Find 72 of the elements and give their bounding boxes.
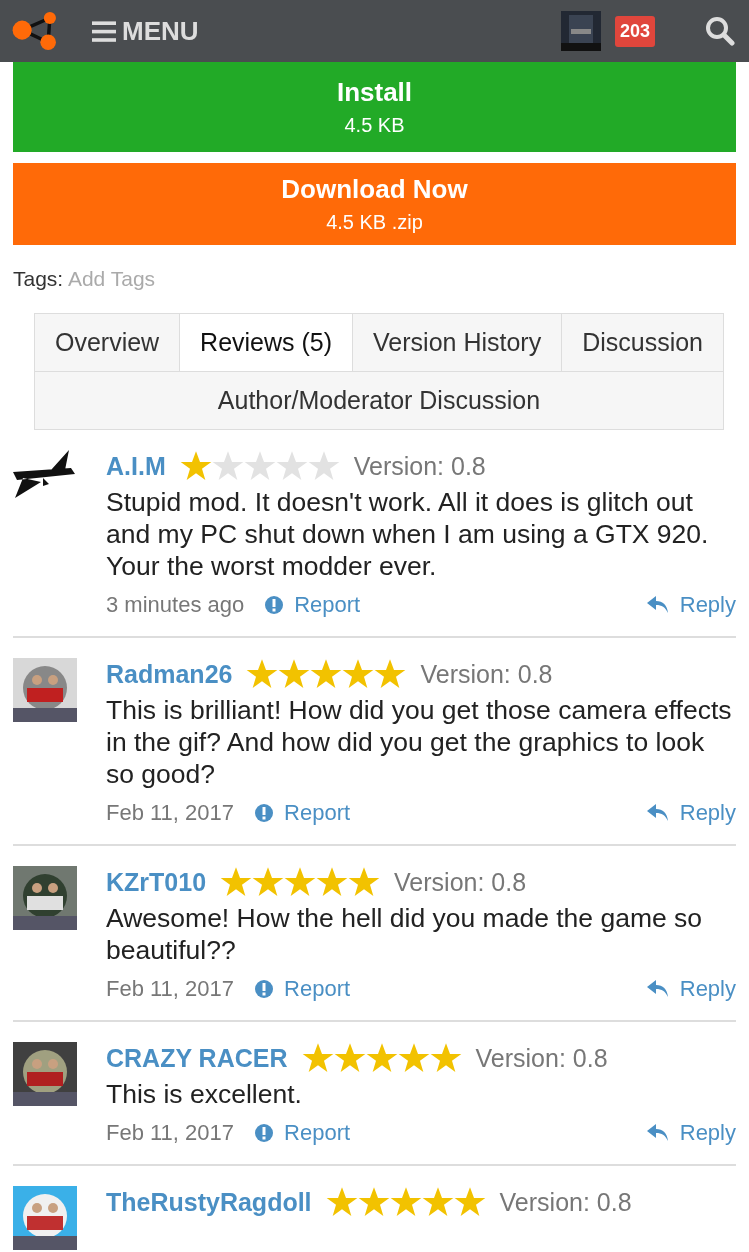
reply-arrow-icon — [645, 1123, 670, 1143]
reply-arrow-icon — [645, 595, 670, 615]
tab[interactable]: Overview — [35, 314, 181, 372]
star-icon — [278, 658, 311, 690]
version-label: Version: 0.8 — [420, 659, 553, 689]
star-icon — [211, 450, 244, 482]
star-icon — [307, 450, 340, 482]
timestamp: Feb 11, 2017 — [106, 1120, 235, 1146]
alert-icon — [254, 979, 275, 999]
reply-link[interactable]: Reply — [645, 976, 736, 1002]
review-text: Awesome! How the hell did you made the game so beautiful?? — [106, 902, 704, 966]
search-icon[interactable] — [705, 16, 735, 46]
tab[interactable]: Author/Moderator Discussion — [35, 372, 724, 430]
alert-icon — [254, 803, 275, 823]
alert-icon — [264, 595, 285, 615]
tab[interactable]: Version History — [353, 314, 563, 372]
star-icon — [342, 658, 375, 690]
install-button[interactable]: Install 4.5 KB — [13, 62, 736, 152]
reply-arrow-icon — [645, 979, 670, 999]
timestamp: Feb 11, 2017 — [106, 976, 235, 1002]
add-tags-link[interactable]: Add Tags — [67, 267, 156, 290]
report-link[interactable]: Report — [254, 800, 351, 826]
star-icon — [397, 1042, 430, 1074]
star-icon — [348, 866, 381, 898]
author-link[interactable]: CRAZY RACER — [106, 1043, 288, 1073]
star-icon — [357, 1186, 390, 1218]
version-label: Version: 0.8 — [353, 451, 486, 481]
review-text: This is brilliant! How did you get those camera effects in the gif? And how did you get the graphics to look so good? — [106, 694, 733, 790]
menu-icon — [92, 20, 116, 42]
tags-label: Tags: — [13, 267, 64, 290]
report-link[interactable]: Report — [254, 976, 351, 1002]
star-icon — [310, 658, 343, 690]
star-icon — [365, 1042, 398, 1074]
author-link[interactable]: TheRustyRagdoll — [106, 1187, 312, 1217]
star-icon — [374, 658, 407, 690]
star-icon — [453, 1186, 486, 1218]
reply-link[interactable]: Reply — [645, 592, 736, 618]
author-link[interactable]: A.I.M — [106, 451, 166, 481]
review-text: This is excellent. — [106, 1078, 303, 1110]
review-text: Stupid mod. It doesn't work. All it does is glitch out and my PC shut down when I am using a GTX 920. Your the worst modder ever. — [106, 486, 710, 582]
star-icon — [325, 1186, 358, 1218]
download-button[interactable]: Download Now 4.5 KB .zip — [13, 163, 736, 245]
reply-link[interactable]: Reply — [645, 800, 736, 826]
report-link[interactable]: Report — [254, 1120, 351, 1146]
menu-button[interactable]: MENU — [92, 15, 199, 47]
notification-badge[interactable]: 203 — [614, 15, 655, 47]
star-icon — [243, 450, 276, 482]
star-icon — [429, 1042, 462, 1074]
tab[interactable]: Discussion — [562, 314, 724, 372]
reply-link[interactable]: Reply — [645, 1120, 736, 1146]
star-icon — [220, 866, 253, 898]
star-icon — [179, 450, 212, 482]
version-label: Version: 0.8 — [394, 867, 527, 897]
author-link[interactable]: Radman26 — [106, 659, 233, 689]
reply-arrow-icon — [645, 803, 670, 823]
version-label: Version: 0.8 — [475, 1043, 608, 1073]
timestamp: Feb 11, 2017 — [106, 800, 235, 826]
tab[interactable]: Reviews (5) — [180, 314, 354, 372]
star-icon — [421, 1186, 454, 1218]
star-icon — [389, 1186, 422, 1218]
star-icon — [333, 1042, 366, 1074]
alert-icon — [254, 1123, 275, 1143]
star-icon — [252, 866, 285, 898]
star-icon — [246, 658, 279, 690]
report-link[interactable]: Report — [264, 592, 361, 618]
author-link[interactable]: KZrT010 — [106, 867, 207, 897]
version-label: Version: 0.8 — [499, 1187, 632, 1217]
star-icon — [275, 450, 308, 482]
star-icon — [284, 866, 317, 898]
star-icon — [301, 1042, 334, 1074]
timestamp: 3 minutes ago — [106, 592, 245, 618]
star-icon — [316, 866, 349, 898]
